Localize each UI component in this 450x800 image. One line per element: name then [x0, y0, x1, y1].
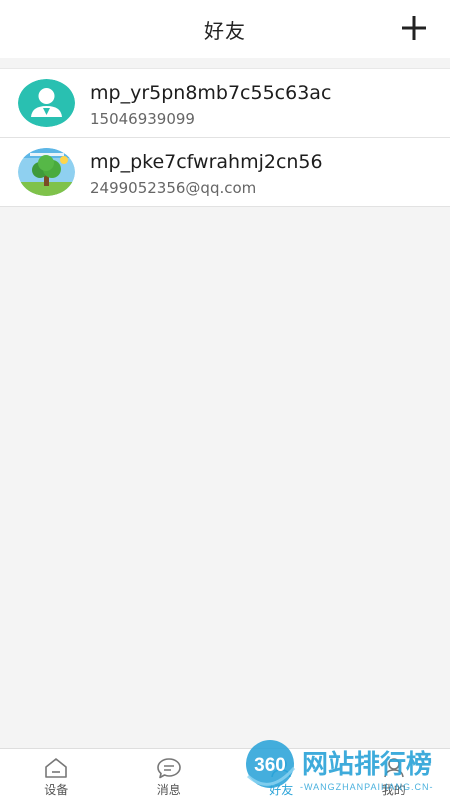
nav-label: 消息: [156, 783, 181, 797]
nav-item-profile[interactable]: 我的: [338, 749, 450, 800]
friends-screen: 好友 mp_yr5pn8mb7c55c63ac 15046939099 mp_p…: [0, 0, 450, 800]
friend-name: mp_pke7cfwrahmj2cn56: [90, 151, 323, 173]
nav-item-messages[interactable]: 消息: [113, 749, 226, 800]
profile-icon: [383, 758, 404, 778]
default-user-avatar: [18, 79, 75, 127]
page-title: 好友: [204, 18, 246, 43]
add-friend-button[interactable]: [400, 14, 428, 42]
header-bar: 好友: [0, 0, 450, 58]
friend-row-1[interactable]: mp_yr5pn8mb7c55c63ac 15046939099: [0, 69, 450, 138]
nav-label: 设备: [44, 783, 69, 797]
friend-email: 2499052356@qq.com: [90, 179, 257, 197]
nav-label: 我的: [381, 783, 406, 797]
tree-photo-avatar: [18, 148, 75, 196]
nav-label: 好友: [269, 783, 294, 797]
friend-row-2[interactable]: mp_pke7cfwrahmj2cn56 2499052356@qq.com: [0, 138, 450, 207]
nav-item-friends[interactable]: 好友: [225, 749, 338, 800]
friend-name: mp_yr5pn8mb7c55c63ac: [90, 82, 332, 104]
bottom-nav: 设备 消息 好友 我的: [0, 748, 450, 800]
plus-icon: [402, 16, 426, 40]
friend-phone: 15046939099: [90, 110, 195, 128]
friend-list: mp_yr5pn8mb7c55c63ac 15046939099 mp_pke7…: [0, 68, 450, 207]
message-icon: [156, 758, 181, 779]
friends-icon: [271, 758, 292, 778]
home-icon: [45, 758, 68, 778]
nav-item-devices[interactable]: 设备: [0, 749, 113, 800]
